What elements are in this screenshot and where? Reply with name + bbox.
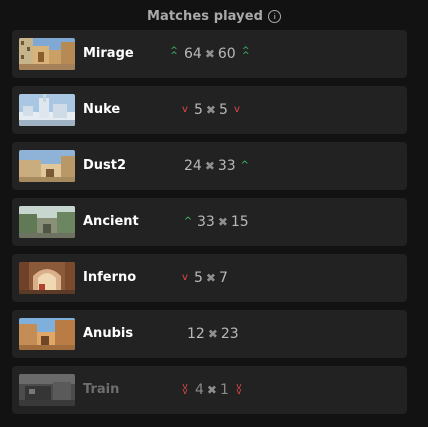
info-icon[interactable] xyxy=(268,9,282,23)
map-thumbnail-ancient xyxy=(19,206,75,238)
versus-x-icon: ✖ xyxy=(206,383,217,397)
map-thumbnail-nuke xyxy=(19,94,75,126)
chevron-down-icon: v xyxy=(182,104,188,115)
left-count: 24 xyxy=(184,158,202,174)
right-count: 5 xyxy=(218,102,228,118)
left-count: 5 xyxy=(194,102,203,118)
match-count: vv 4 ✖ 1 vv xyxy=(180,366,244,414)
map-name: Inferno xyxy=(83,270,137,285)
right-count: 1 xyxy=(219,382,229,398)
map-thumbnail-mirage xyxy=(19,38,75,70)
header-title: Matches played xyxy=(146,8,264,24)
left-count: 5 xyxy=(194,270,203,286)
right-count: 60 xyxy=(217,46,236,62)
map-row-nuke[interactable]: Nuke v 5 ✖ 5 v xyxy=(12,86,407,134)
right-count: 7 xyxy=(218,270,228,286)
chevron-down-icon: v xyxy=(233,104,240,115)
match-count: 24 ✖ 33 ^ xyxy=(184,142,250,190)
map-thumbnail-dust2 xyxy=(19,150,75,182)
map-row-dust2[interactable]: Dust2 24 ✖ 33 ^ xyxy=(12,142,407,190)
map-name: Train xyxy=(83,382,120,397)
map-row-train[interactable]: Train vv 4 ✖ 1 vv xyxy=(12,366,407,414)
right-count: 23 xyxy=(220,326,239,342)
map-name: Anubis xyxy=(83,326,134,341)
double-chevron-up-icon: ^ ^ xyxy=(170,46,178,61)
map-thumbnail-train xyxy=(19,374,75,406)
map-thumbnail-inferno xyxy=(19,262,75,294)
map-name: Ancient xyxy=(83,214,139,229)
double-chevron-up-icon: ^ ^ xyxy=(241,46,250,61)
chevron-up-icon: ^ xyxy=(183,216,193,227)
map-name: Dust2 xyxy=(83,158,127,173)
map-row-inferno[interactable]: Inferno v 5 ✖ 7 xyxy=(12,254,407,302)
map-name: Mirage xyxy=(83,46,134,61)
map-name: Nuke xyxy=(83,102,121,117)
left-count: 4 xyxy=(195,382,204,398)
versus-x-icon: ✖ xyxy=(217,215,228,229)
chevron-down-icon: v xyxy=(182,272,188,283)
versus-x-icon: ✖ xyxy=(207,327,218,341)
match-count: v 5 ✖ 5 v xyxy=(180,86,242,134)
matches-played-header: Matches played xyxy=(0,6,428,26)
versus-x-icon: ✖ xyxy=(205,103,216,117)
right-count: 33 xyxy=(217,158,236,174)
map-list: Mirage ^ ^ 64 ✖ 60 ^ ^ Nuke v 5 ✖ 5 v Du… xyxy=(12,30,407,422)
chevron-up-icon: ^ xyxy=(240,160,249,171)
map-row-ancient[interactable]: Ancient ^ 33 ✖ 15 xyxy=(12,198,407,246)
left-count: 12 xyxy=(187,326,205,342)
map-row-mirage[interactable]: Mirage ^ ^ 64 ✖ 60 ^ ^ xyxy=(12,30,407,78)
right-count: 15 xyxy=(230,214,249,230)
map-thumbnail-anubis xyxy=(19,318,75,350)
double-chevron-down-icon: vv xyxy=(182,382,188,397)
match-count: 12 ✖ 23 xyxy=(187,310,239,358)
match-count: ^ 33 ✖ 15 xyxy=(183,198,249,246)
versus-x-icon: ✖ xyxy=(204,47,215,61)
double-chevron-down-icon: vv xyxy=(236,382,242,397)
match-count: v 5 ✖ 7 xyxy=(180,254,228,302)
map-row-anubis[interactable]: Anubis 12 ✖ 23 xyxy=(12,310,407,358)
left-count: 64 xyxy=(184,46,202,62)
versus-x-icon: ✖ xyxy=(205,271,216,285)
versus-x-icon: ✖ xyxy=(204,159,215,173)
left-count: 33 xyxy=(197,214,215,230)
match-count: ^ ^ 64 ✖ 60 ^ ^ xyxy=(169,30,251,78)
